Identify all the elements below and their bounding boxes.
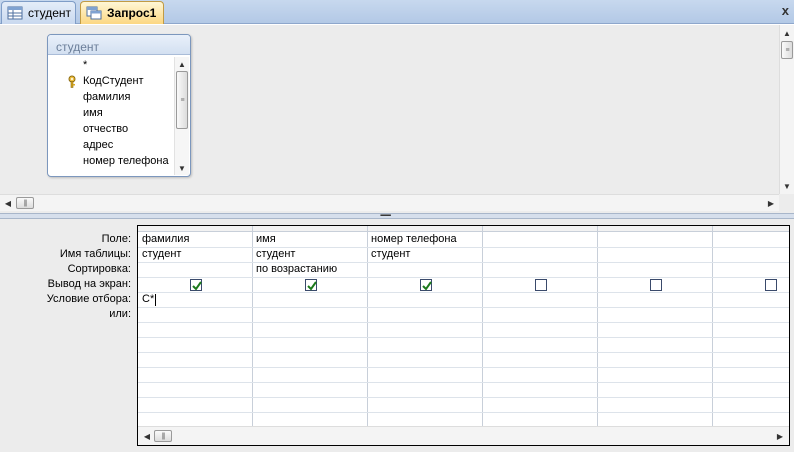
table-icon — [7, 6, 23, 20]
field-item[interactable]: отчество — [83, 121, 128, 137]
scroll-right-arrow-icon[interactable]: ▶ — [773, 429, 787, 443]
field-list-scrollbar[interactable]: ▲ ≡ ▼ — [174, 57, 189, 175]
tab-query1[interactable]: Запрос1 — [80, 1, 164, 24]
grid-cell-table[interactable]: студент — [138, 247, 181, 262]
query-icon — [86, 6, 102, 20]
tab-label: студент — [28, 6, 72, 20]
show-checkbox[interactable] — [420, 279, 432, 291]
scroll-left-arrow-icon[interactable]: ◀ — [140, 429, 154, 443]
tab-label: Запрос1 — [107, 6, 157, 20]
field-item[interactable]: КодСтудент — [83, 73, 144, 89]
column-selectors[interactable] — [138, 226, 789, 232]
grid-cell-field[interactable]: номер телефона — [367, 232, 457, 247]
row-label-field: Поле: — [101, 233, 131, 245]
scroll-thumb[interactable]: ||| — [16, 197, 34, 209]
grid-horizontal-scrollbar[interactable]: ◀ ||| ▶ — [138, 426, 789, 445]
table-pane: студент * КодСтудент фамилия имя отчеств… — [0, 25, 794, 213]
show-checkbox[interactable] — [190, 279, 202, 291]
grid-cell-field[interactable]: фамилия — [138, 232, 189, 247]
scroll-up-arrow-icon[interactable]: ▲ — [175, 57, 189, 71]
field-list-title[interactable]: студент — [48, 35, 190, 55]
tab-student-table[interactable]: студент — [1, 1, 76, 24]
field-item[interactable]: имя — [83, 105, 103, 121]
scroll-thumb[interactable]: ≡ — [176, 71, 188, 129]
horizontal-scrollbar[interactable]: ◀ ||| ▶ — [0, 194, 779, 211]
scroll-down-arrow-icon[interactable]: ▼ — [780, 179, 794, 193]
close-icon[interactable]: x — [782, 3, 789, 18]
show-checkbox[interactable] — [650, 279, 662, 291]
design-grid-pane: Поле: Имя таблицы: Сортировка: Вывод на … — [0, 219, 794, 452]
scroll-left-arrow-icon[interactable]: ◀ — [1, 196, 15, 210]
show-checkbox[interactable] — [305, 279, 317, 291]
row-label-or: или: — [109, 308, 131, 320]
row-label-criteria: Условие отбора: — [46, 293, 131, 305]
row-label-show: Вывод на экран: — [47, 278, 131, 290]
text-cursor — [155, 294, 156, 306]
grid-cell-field[interactable]: имя — [252, 232, 276, 247]
row-label-sort: Сортировка: — [67, 263, 131, 275]
query-design-grid: фамилия студент С* имя студент по возрас… — [137, 225, 790, 446]
field-item[interactable]: номер телефона — [83, 153, 169, 169]
scroll-thumb[interactable]: ≡ — [781, 41, 793, 59]
document-tab-bar: студент Запрос1 x — [0, 0, 794, 24]
field-item[interactable]: фамилия — [83, 89, 130, 105]
field-list-window[interactable]: студент * КодСтудент фамилия имя отчеств… — [47, 34, 191, 177]
primary-key-icon — [67, 75, 77, 91]
grid-cell-table[interactable]: студент — [252, 247, 295, 262]
show-checkbox[interactable] — [535, 279, 547, 291]
field-item-all[interactable]: * — [83, 57, 87, 73]
vertical-scrollbar[interactable]: ▲ ≡ ▼ — [779, 25, 794, 194]
scroll-down-arrow-icon[interactable]: ▼ — [175, 161, 189, 175]
scroll-thumb[interactable]: ||| — [154, 430, 172, 442]
grid-cell-sort[interactable]: по возрастанию — [252, 262, 337, 277]
show-checkbox[interactable] — [765, 279, 777, 291]
grid-cell-table[interactable]: студент — [367, 247, 410, 262]
grid-cell-criteria[interactable]: С* — [138, 292, 154, 307]
scroll-up-arrow-icon[interactable]: ▲ — [780, 26, 794, 40]
scroll-right-arrow-icon[interactable]: ▶ — [764, 196, 778, 210]
field-list: * КодСтудент фамилия имя отчество адрес … — [48, 56, 190, 176]
field-item[interactable]: адрес — [83, 137, 113, 153]
row-label-table: Имя таблицы: — [59, 248, 131, 260]
grid-cell-sort[interactable] — [138, 262, 252, 277]
